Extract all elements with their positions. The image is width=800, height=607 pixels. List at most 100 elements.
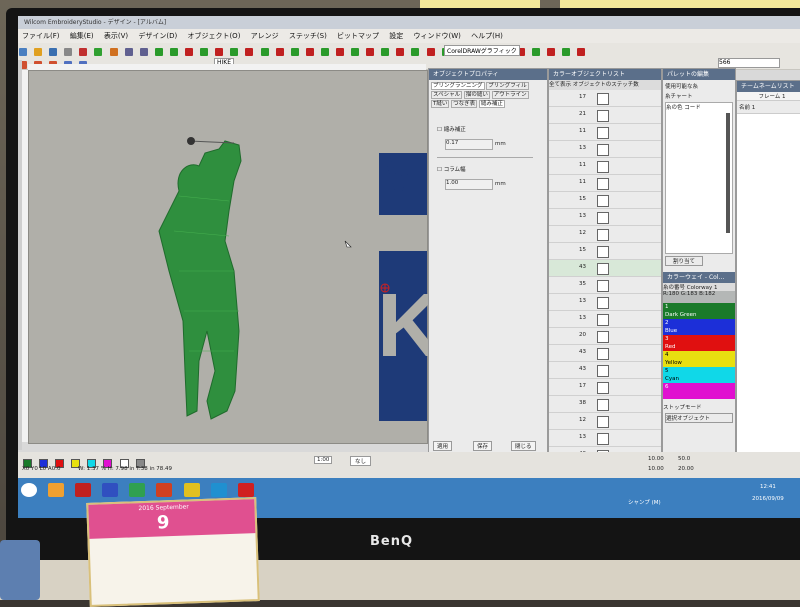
stitch-icon[interactable] bbox=[230, 48, 239, 56]
stitch-icon[interactable] bbox=[154, 48, 163, 56]
start-icon[interactable] bbox=[21, 483, 37, 497]
zoom-select[interactable]: 1:00 bbox=[314, 456, 333, 464]
stitch-icon[interactable] bbox=[335, 48, 344, 56]
tab-t-stitch[interactable]: T縫い bbox=[431, 100, 450, 108]
menu-design[interactable]: デザイン(D) bbox=[134, 29, 181, 43]
paste-icon[interactable] bbox=[109, 48, 118, 56]
list-item[interactable]: 11 bbox=[549, 175, 661, 192]
list-item[interactable]: 17 bbox=[549, 379, 661, 396]
list-item[interactable]: 12 bbox=[549, 226, 661, 243]
stitch-icon[interactable] bbox=[169, 48, 178, 56]
thread-list[interactable]: 糸の色 コード bbox=[665, 102, 733, 254]
print-icon[interactable] bbox=[64, 48, 73, 56]
field-select[interactable]: なし bbox=[350, 456, 372, 466]
stitch-icon[interactable] bbox=[260, 48, 269, 56]
stitch-icon[interactable] bbox=[381, 48, 390, 56]
undo-icon[interactable] bbox=[124, 48, 133, 56]
stitch-icon[interactable] bbox=[411, 48, 420, 56]
stitch-icon[interactable] bbox=[305, 48, 314, 56]
excel-icon[interactable] bbox=[129, 483, 146, 497]
menu-object[interactable]: オブジェクト(O) bbox=[183, 29, 244, 43]
stitch-icon[interactable] bbox=[351, 48, 360, 56]
new-icon[interactable] bbox=[19, 48, 27, 56]
save-button[interactable]: 保存 bbox=[473, 441, 493, 451]
colorway-row[interactable]: 5 Cyan bbox=[663, 367, 735, 383]
column-width-field[interactable]: 1.00 bbox=[445, 179, 493, 190]
stitch-icon[interactable] bbox=[532, 48, 541, 56]
tab-connect[interactable]: つなぎ表 bbox=[451, 100, 478, 108]
list-item[interactable]: 38 bbox=[549, 396, 661, 413]
list-item[interactable]: 43 bbox=[549, 362, 661, 379]
stitch-icon[interactable] bbox=[577, 48, 586, 56]
stitch-icon[interactable] bbox=[185, 48, 194, 56]
stitch-icon[interactable] bbox=[396, 48, 405, 56]
list-item[interactable]: 11 bbox=[549, 124, 661, 141]
close-button[interactable]: 閉じる bbox=[511, 441, 536, 451]
list-item[interactable]: 13 bbox=[549, 209, 661, 226]
list-item[interactable]: 15 bbox=[549, 192, 661, 209]
explorer-icon[interactable] bbox=[48, 483, 65, 497]
checkbox-column-width[interactable]: ☐ コラム幅 bbox=[437, 165, 466, 173]
stitch-icon[interactable] bbox=[200, 48, 209, 56]
stitch-icon[interactable] bbox=[320, 48, 329, 56]
menu-window[interactable]: ウィンドウ(W) bbox=[410, 29, 465, 43]
tab-pull-fill[interactable]: プリングフィル bbox=[486, 82, 529, 90]
menu-settings[interactable]: 設定 bbox=[385, 29, 407, 43]
list-item[interactable]: 17 bbox=[549, 90, 661, 107]
checkbox-shrink[interactable]: ☐ 縮み補正 bbox=[437, 125, 466, 133]
list-item[interactable]: 11 bbox=[549, 158, 661, 175]
scrollbar[interactable] bbox=[726, 113, 730, 233]
skype-icon[interactable] bbox=[210, 483, 227, 497]
apply-button[interactable]: 適用 bbox=[433, 441, 453, 451]
save-icon[interactable] bbox=[49, 48, 58, 56]
list-item[interactable]: 43 bbox=[549, 345, 661, 362]
open-icon[interactable] bbox=[34, 48, 43, 56]
list-item[interactable]: 13 bbox=[549, 311, 661, 328]
name-grid[interactable] bbox=[737, 114, 800, 454]
menu-edit[interactable]: 編集(E) bbox=[66, 29, 98, 43]
colorway-row[interactable]: 6 bbox=[663, 383, 735, 399]
tab-compensation[interactable]: 縫み補正 bbox=[478, 100, 505, 108]
colorway-row[interactable]: 3 Red bbox=[663, 335, 735, 351]
stitch-icon[interactable] bbox=[275, 48, 284, 56]
menu-bitmap[interactable]: ビットマップ bbox=[333, 29, 383, 43]
list-item[interactable]: 20 bbox=[549, 328, 661, 345]
colorway-row[interactable]: 4 Yellow bbox=[663, 351, 735, 367]
tab-pull-running[interactable]: プリングランニング bbox=[431, 82, 485, 90]
select-object-button[interactable]: 選択オブジェクト bbox=[665, 413, 733, 423]
word-icon[interactable] bbox=[102, 483, 119, 497]
menu-stitch[interactable]: ステッチ(S) bbox=[285, 29, 331, 43]
list-item[interactable]: 12 bbox=[549, 413, 661, 430]
date[interactable]: 2016/09/09 bbox=[752, 496, 784, 502]
list-item[interactable]: 35 bbox=[549, 277, 661, 294]
list-item[interactable]: 13 bbox=[549, 141, 661, 158]
powerpoint-icon[interactable] bbox=[156, 483, 173, 497]
menu-arrange[interactable]: アレンジ bbox=[247, 29, 283, 43]
menu-view[interactable]: 表示(V) bbox=[100, 29, 132, 43]
colorway-row[interactable]: 2 Blue bbox=[663, 319, 735, 335]
stitch-icon[interactable] bbox=[245, 48, 254, 56]
acrobat-icon[interactable] bbox=[75, 483, 92, 497]
colorway-row[interactable]: 1 Dark Green bbox=[663, 303, 735, 319]
tab-outline[interactable]: アウトライン bbox=[491, 91, 529, 99]
list-item[interactable]: 13 bbox=[549, 294, 661, 311]
chrome-icon[interactable] bbox=[183, 483, 200, 497]
assign-button[interactable]: 割り当て bbox=[665, 256, 703, 266]
stitch-icon[interactable] bbox=[215, 48, 224, 56]
stitch-icon[interactable] bbox=[290, 48, 299, 56]
stitch-icon[interactable] bbox=[366, 48, 375, 56]
list-item[interactable]: 13 bbox=[549, 430, 661, 447]
list-item[interactable]: 15 bbox=[549, 243, 661, 260]
menu-file[interactable]: ファイル(F) bbox=[18, 29, 64, 43]
show-all-button[interactable]: 全て表示 bbox=[549, 82, 571, 88]
wilcom-icon[interactable] bbox=[237, 483, 254, 497]
clock[interactable]: 12:41 bbox=[760, 484, 776, 490]
shrink-value-field[interactable]: 0.17 bbox=[445, 139, 493, 150]
design-canvas[interactable]: M K bbox=[28, 70, 442, 444]
stitch-icon[interactable] bbox=[426, 48, 435, 56]
tab-special[interactable]: スペシャル bbox=[431, 91, 463, 99]
menu-help[interactable]: ヘルプ(H) bbox=[467, 29, 507, 43]
cut-icon[interactable] bbox=[79, 48, 88, 56]
zoom-field[interactable]: 566 bbox=[718, 58, 780, 68]
redo-icon[interactable] bbox=[139, 48, 148, 56]
